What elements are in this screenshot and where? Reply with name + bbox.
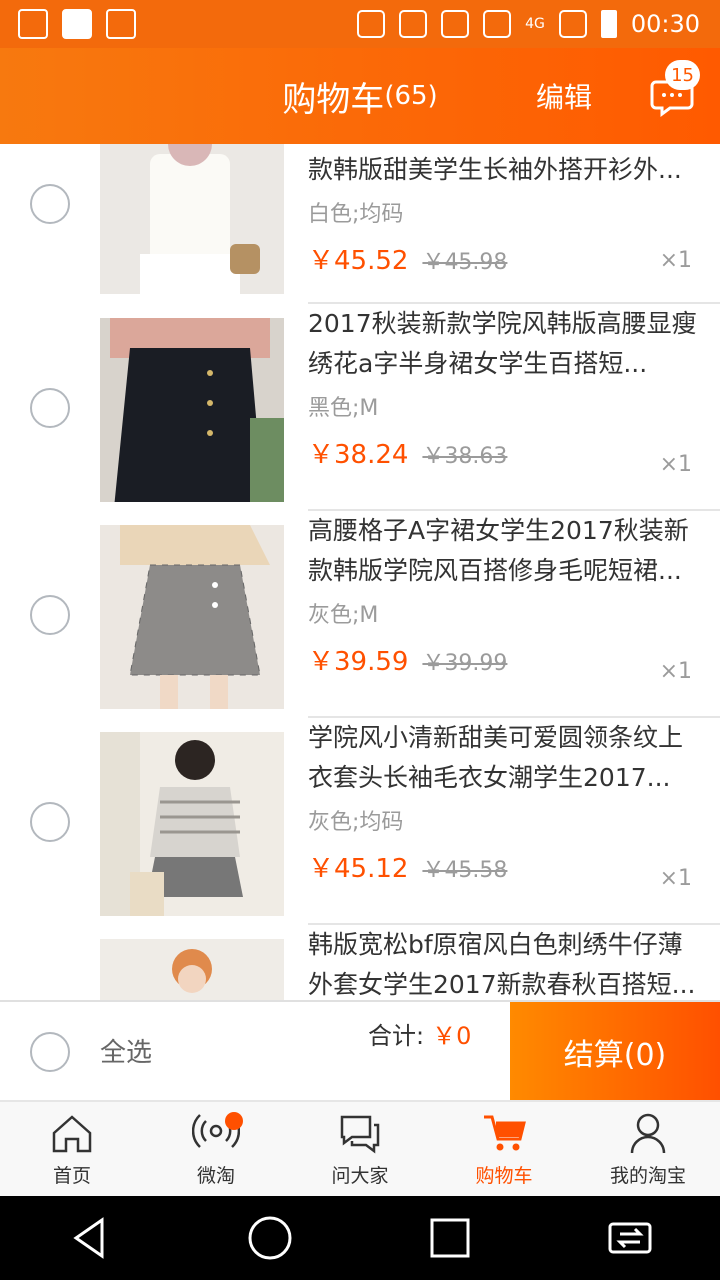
bottom-tab-bar: 首页 微淘 问大家 购物车 我的淘宝 (0, 1100, 720, 1196)
tab-label: 我的淘宝 (609, 1164, 686, 1187)
message-badge: 15 (665, 60, 700, 90)
clock: 00:30 (630, 10, 700, 38)
title-text: 购物车 (282, 79, 385, 120)
page-title: 购物车 (65) (0, 48, 720, 144)
product-name[interactable]: 款韩版甜美学生长袖外搭开衫外... (308, 150, 700, 190)
product-price: ￥39.59 (308, 647, 409, 677)
product-name[interactable]: 韩版宽松bf原宿风白色刺绣牛仔薄外套女学生2017新款春秋百搭短... (308, 925, 700, 1000)
item-checkbox[interactable] (30, 184, 70, 224)
product-image[interactable] (100, 318, 284, 502)
edit-button[interactable]: 编辑 (536, 48, 592, 144)
product-original-price: ￥45.98 (422, 250, 508, 275)
product-qty: ×1 (659, 248, 692, 273)
notification-dot (225, 1112, 243, 1130)
item-checkbox[interactable] (30, 802, 70, 842)
total-summary: 合计: ￥0 (368, 1016, 471, 1051)
square-icon (62, 9, 92, 39)
select-all-label[interactable]: 全选 (100, 1032, 152, 1069)
product-spec[interactable]: 灰色;M (308, 597, 720, 629)
cart-item[interactable]: 2017秋装新款学院风韩版高腰显瘦绣花a字半身裙女学生百搭短... 黑色;M ￥… (0, 304, 720, 511)
cart-icon (484, 1115, 526, 1150)
title-count: (65) (384, 81, 438, 111)
product-qty: ×1 (659, 659, 692, 684)
header: 购物车 (65) 编辑 15 (0, 48, 720, 144)
cart-item[interactable]: 韩版宽松bf原宿风白色刺绣牛仔薄外套女学生2017新款春秋百搭短... (0, 925, 720, 1000)
alarm-icon (441, 10, 470, 38)
clipboard-icon (18, 9, 48, 39)
total-value: ￥0 (432, 1022, 472, 1050)
product-original-price: ￥39.99 (422, 651, 508, 676)
battery-icon (600, 10, 617, 38)
image-icon (106, 9, 136, 39)
tab-weitao[interactable]: 微淘 (144, 1102, 288, 1196)
recents-icon[interactable] (426, 1214, 474, 1262)
product-image[interactable] (100, 525, 284, 709)
signal-icon (558, 10, 587, 38)
checkout-bar: 全选 合计: ￥0 结算(0) (0, 1000, 720, 1102)
product-spec[interactable]: 黑色;M (308, 390, 720, 422)
network-label: 4G (525, 16, 545, 32)
vibrate-icon (399, 10, 428, 38)
chat-icon (340, 1115, 380, 1153)
select-all-checkbox[interactable] (30, 1032, 70, 1072)
tab-home[interactable]: 首页 (0, 1102, 144, 1196)
product-image[interactable] (100, 732, 284, 916)
product-name[interactable]: 高腰格子A字裙女学生2017秋装新款韩版学院风百搭修身毛呢短裙... (308, 511, 700, 591)
tab-label: 问大家 (331, 1164, 389, 1187)
home-nav-icon[interactable] (246, 1214, 294, 1262)
checkout-button[interactable]: 结算(0) (510, 1002, 720, 1102)
product-name[interactable]: 学院风小清新甜美可爱圆领条纹上衣套头长袖毛衣女潮学生2017... (308, 718, 700, 798)
product-spec[interactable]: 灰色;均码 (308, 804, 720, 836)
home-icon (52, 1114, 92, 1152)
product-name[interactable]: 2017秋装新款学院风韩版高腰显瘦绣花a字半身裙女学生百搭短... (308, 304, 700, 384)
tab-ask[interactable]: 问大家 (288, 1102, 432, 1196)
product-image[interactable] (100, 144, 284, 294)
product-image[interactable] (100, 939, 284, 1000)
product-price: ￥38.24 (308, 440, 409, 470)
product-price: ￥45.12 (308, 854, 409, 884)
product-original-price: ￥45.58 (422, 858, 508, 883)
wifi-icon (483, 10, 512, 38)
status-bar: 4G 00:30 (0, 0, 720, 48)
total-label: 合计: (368, 1022, 425, 1050)
tab-my-taobao[interactable]: 我的淘宝 (576, 1102, 720, 1196)
switch-icon[interactable] (606, 1214, 654, 1262)
tab-label: 首页 (52, 1164, 91, 1187)
cart-item[interactable]: 学院风小清新甜美可爱圆领条纹上衣套头长袖毛衣女潮学生2017... 灰色;均码 … (0, 718, 720, 925)
tab-cart[interactable]: 购物车 (432, 1102, 576, 1196)
nfc-icon (357, 10, 386, 38)
item-checkbox[interactable] (30, 388, 70, 428)
product-qty: ×1 (659, 866, 692, 891)
back-icon[interactable] (66, 1214, 114, 1262)
product-spec[interactable]: 白色;均码 (308, 196, 720, 228)
tab-label: 微淘 (196, 1164, 235, 1187)
tab-label: 购物车 (475, 1164, 533, 1187)
system-nav-bar (0, 1196, 720, 1280)
product-qty: ×1 (659, 452, 692, 477)
product-original-price: ￥38.63 (422, 444, 508, 469)
item-checkbox[interactable] (30, 595, 70, 635)
cart-item[interactable]: 高腰格子A字裙女学生2017秋装新款韩版学院风百搭修身毛呢短裙... 灰色;M … (0, 511, 720, 718)
cart-list[interactable]: 款韩版甜美学生长袖外搭开衫外... 白色;均码 ￥45.52 ￥45.98 ×1… (0, 144, 720, 1000)
product-price: ￥45.52 (308, 246, 409, 276)
cart-item[interactable]: 款韩版甜美学生长袖外搭开衫外... 白色;均码 ￥45.52 ￥45.98 ×1 (0, 144, 720, 304)
person-icon (630, 1113, 666, 1153)
